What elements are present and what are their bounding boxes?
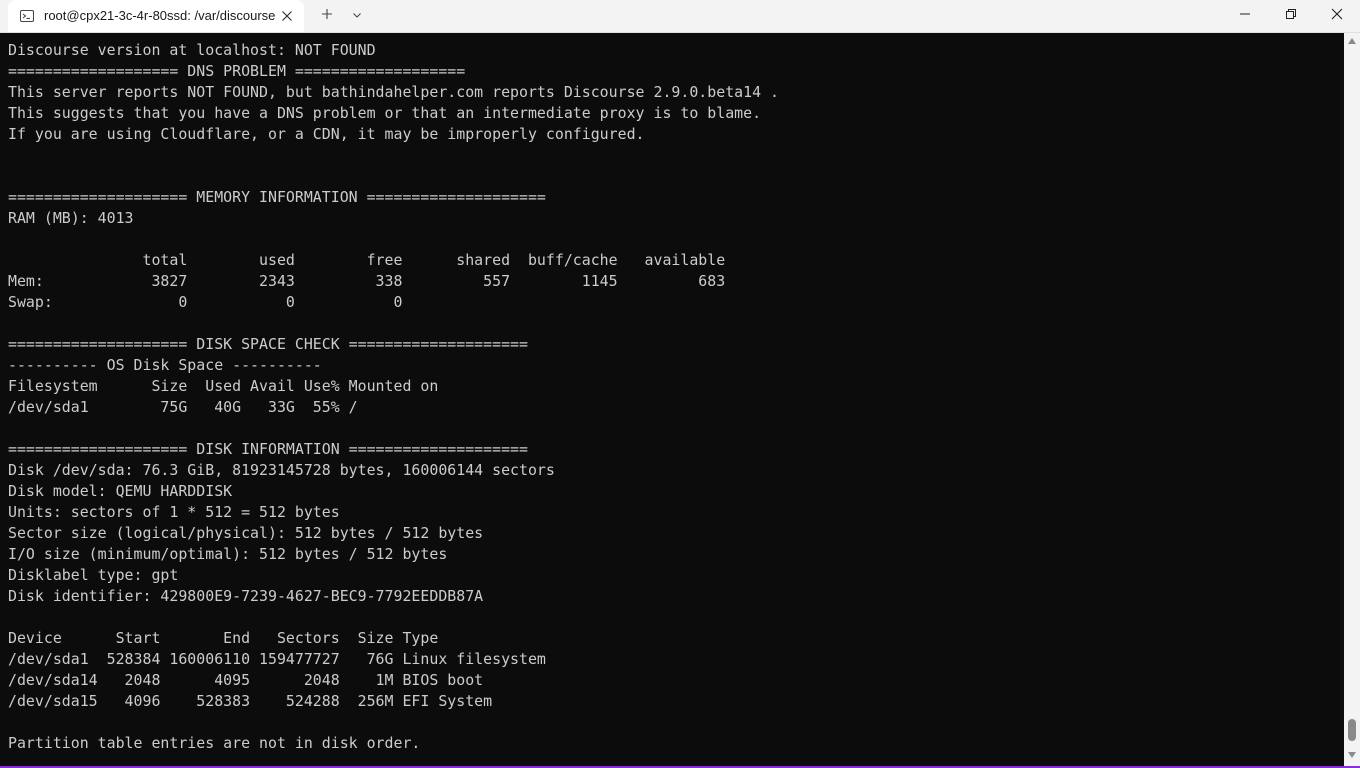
tab-title: root@cpx21-3c-4r-80ssd: /var/discourse <box>44 8 276 23</box>
terminal-line: Sector size (logical/physical): 512 byte… <box>8 524 484 542</box>
terminal-line: I/O size (minimum/optimal): 512 bytes / … <box>8 545 448 563</box>
close-icon <box>1331 7 1343 25</box>
terminal-line: Device Start End Sectors Size Type <box>8 629 439 647</box>
minimize-icon <box>1239 7 1251 25</box>
terminal-line: Disk /dev/sda: 76.3 GiB, 81923145728 byt… <box>8 461 555 479</box>
close-icon[interactable] <box>278 7 296 25</box>
scrollbar-thumb[interactable] <box>1348 719 1356 741</box>
maximize-icon <box>1285 7 1297 25</box>
terminal-line: ==================== DISK INFORMATION ==… <box>8 440 528 458</box>
terminal-output[interactable]: Discourse version at localhost: NOT FOUN… <box>8 40 1338 766</box>
chevron-down-icon <box>352 7 362 25</box>
terminal-line: /dev/sda15 4096 528383 524288 256M EFI S… <box>8 692 493 710</box>
terminal-line: Swap: 0 0 0 <box>8 293 403 311</box>
title-bar[interactable]: root@cpx21-3c-4r-80ssd: /var/discourse <box>0 0 1360 33</box>
terminal-line: RAM (MB): 4013 <box>8 209 134 227</box>
tab-dropdown-button[interactable] <box>346 6 368 26</box>
terminal-window: root@cpx21-3c-4r-80ssd: /var/discourse D… <box>0 0 1360 768</box>
terminal-line: /dev/sda14 2048 4095 2048 1M BIOS boot <box>8 671 484 689</box>
terminal-line: /dev/sda1 75G 40G 33G 55% / <box>8 398 358 416</box>
scroll-up-icon[interactable] <box>1348 38 1356 44</box>
terminal-line: Disklabel type: gpt <box>8 566 179 584</box>
terminal-tab[interactable]: root@cpx21-3c-4r-80ssd: /var/discourse <box>8 0 304 32</box>
terminal-line: ==================== DISK SPACE CHECK ==… <box>8 335 528 353</box>
minimize-button[interactable] <box>1222 0 1268 32</box>
terminal-line: /dev/sda1 528384 160006110 159477727 76G… <box>8 650 546 668</box>
scroll-down-icon[interactable] <box>1348 752 1356 758</box>
terminal-line: Mem: 3827 2343 338 557 1145 683 <box>8 272 726 290</box>
terminal-line: This server reports NOT FOUND, but bathi… <box>8 83 779 101</box>
terminal-line: total used free shared buff/cache availa… <box>8 251 726 269</box>
vertical-scrollbar[interactable] <box>1344 33 1360 766</box>
terminal-line: Units: sectors of 1 * 512 = 512 bytes <box>8 503 340 521</box>
maximize-button[interactable] <box>1268 0 1314 32</box>
plus-icon <box>321 7 333 25</box>
terminal-line: Disk model: QEMU HARDDISK <box>8 482 233 500</box>
terminal-line: ---------- OS Disk Space ---------- <box>8 356 322 374</box>
terminal-icon <box>20 9 34 23</box>
terminal-line: ==================== MEMORY INFORMATION … <box>8 188 546 206</box>
terminal-line: Discourse version at localhost: NOT FOUN… <box>8 41 376 59</box>
terminal-line: =================== DNS PROBLEM ========… <box>8 62 466 80</box>
terminal-line: Disk identifier: 429800E9-7239-4627-BEC9… <box>8 587 484 605</box>
terminal-line: This suggests that you have a DNS proble… <box>8 104 762 122</box>
terminal-line: Partition table entries are not in disk … <box>8 734 421 752</box>
terminal-line: If you are using Cloudflare, or a CDN, i… <box>8 125 645 143</box>
terminal-line: Filesystem Size Used Avail Use% Mounted … <box>8 377 439 395</box>
close-window-button[interactable] <box>1314 0 1360 32</box>
new-tab-button[interactable] <box>316 6 338 26</box>
